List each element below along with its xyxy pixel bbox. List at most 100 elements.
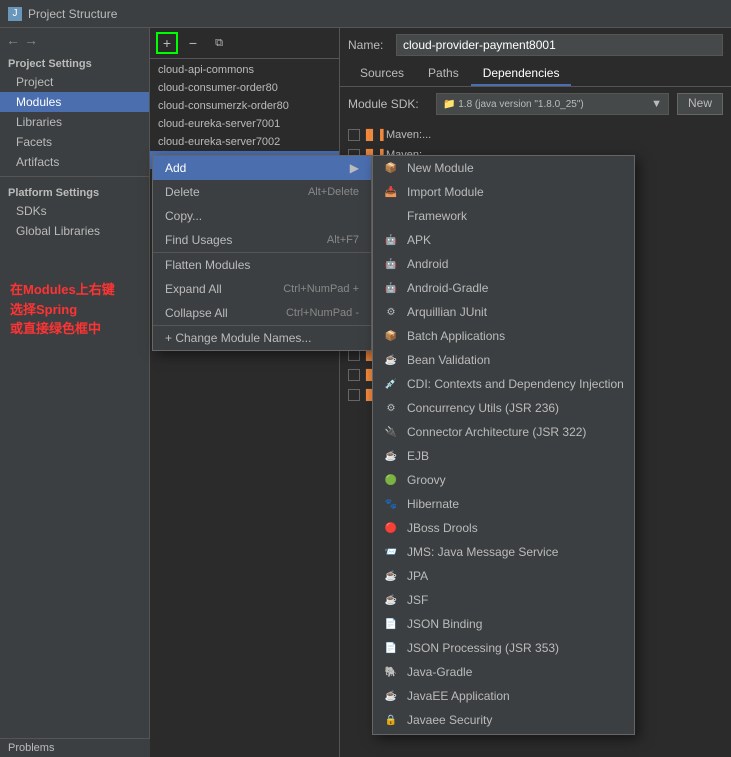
platform-settings-header: Platform Settings (0, 181, 149, 201)
submenu-item-new-module[interactable]: 📦 New Module (373, 156, 634, 180)
forward-arrow[interactable]: → (24, 32, 38, 48)
ctx-add-arrow: ▶ (350, 161, 359, 175)
dep-maven-icon: ▐▌▐ (366, 128, 380, 142)
new-sdk-button[interactable]: New (677, 93, 723, 115)
module-item[interactable]: cloud-eureka-server7001 (150, 115, 339, 133)
ctx-item-flatten[interactable]: Flatten Modules (153, 252, 371, 277)
add-module-button[interactable]: + (156, 32, 178, 54)
submenu-item-framework[interactable]: Framework (373, 204, 634, 228)
javaee-app-icon: ☕ (383, 688, 399, 704)
sdk-label: Module SDK: (348, 97, 428, 111)
ctx-item-change-names[interactable]: + Change Module Names... (153, 325, 371, 350)
left-panel: ← → Project Settings Project Modules Lib… (0, 28, 150, 757)
android-gradle-icon: 🤖 (383, 280, 399, 296)
cdi-icon: 💉 (383, 376, 399, 392)
submenu-item-bean-validation[interactable]: ☕ Bean Validation (373, 348, 634, 372)
apk-icon: 🤖 (383, 232, 399, 248)
name-row: Name: (340, 28, 731, 62)
dep-checkbox[interactable] (348, 129, 360, 141)
framework-icon (383, 208, 399, 224)
submenu-item-jms[interactable]: 📨 JMS: Java Message Service (373, 540, 634, 564)
ctx-item-copy[interactable]: Copy... (153, 204, 371, 228)
tab-sources[interactable]: Sources (348, 62, 416, 86)
submenu-item-import-module[interactable]: 📥 Import Module (373, 180, 634, 204)
submenu-item-jboss-drools[interactable]: 🔴 JBoss Drools (373, 516, 634, 540)
project-settings-header: Project Settings (0, 52, 149, 72)
dep-checkbox[interactable] (348, 389, 360, 401)
java-gradle-icon: 🐘 (383, 664, 399, 680)
ctx-item-expand-all[interactable]: Expand All Ctrl+NumPad + (153, 277, 371, 301)
ctx-item-collapse-all[interactable]: Collapse All Ctrl+NumPad - (153, 301, 371, 325)
sdk-row: Module SDK: 📁 1.8 (java version "1.8.0_2… (340, 87, 731, 121)
divider (0, 176, 149, 177)
new-module-icon: 📦 (383, 160, 399, 176)
name-input[interactable] (396, 34, 723, 56)
submenu-item-android-gradle[interactable]: 🤖 Android-Gradle (373, 276, 634, 300)
module-item[interactable]: cloud-consumer-order80 (150, 79, 339, 97)
jsf-icon: ☕ (383, 592, 399, 608)
ejb-icon: ☕ (383, 448, 399, 464)
submenu-item-apk[interactable]: 🤖 APK (373, 228, 634, 252)
sidebar-item-facets[interactable]: Facets (0, 132, 149, 152)
sidebar-item-global-libraries[interactable]: Global Libraries (0, 221, 149, 241)
jms-icon: 📨 (383, 544, 399, 560)
tabs-row: Sources Paths Dependencies (340, 62, 731, 87)
title-text: Project Structure (28, 7, 117, 21)
android-icon: 🤖 (383, 256, 399, 272)
submenu-item-jpa[interactable]: ☕ JPA (373, 564, 634, 588)
submenu-item-javaee-app[interactable]: ☕ JavaEE Application (373, 684, 634, 708)
app-icon: J (8, 7, 22, 21)
submenu-item-cdi[interactable]: 💉 CDI: Contexts and Dependency Injection (373, 372, 634, 396)
submenu-item-hibernate[interactable]: 🐾 Hibernate (373, 492, 634, 516)
concurrency-icon: ⚙ (383, 400, 399, 416)
submenu-item-kotlin[interactable]: K Kotlin (373, 732, 634, 735)
copy-module-button[interactable]: ⧉ (208, 32, 230, 54)
sdk-dropdown-arrow: ▼ (651, 98, 662, 110)
problems-bar[interactable]: Problems (0, 738, 150, 757)
jpa-icon: ☕ (383, 568, 399, 584)
title-bar: J Project Structure (0, 0, 731, 28)
connector-icon: 🔌 (383, 424, 399, 440)
submenu-item-java-gradle[interactable]: 🐘 Java-Gradle (373, 660, 634, 684)
submenu-item-connector[interactable]: 🔌 Connector Architecture (JSR 322) (373, 420, 634, 444)
submenu-item-jsf[interactable]: ☕ JSF (373, 588, 634, 612)
context-menu: Add ▶ Delete Alt+Delete Copy... Find Usa… (152, 155, 372, 351)
batch-icon: 📦 (383, 328, 399, 344)
middle-panel: + − ⧉ cloud-api-commons cloud-consumer-o… (150, 28, 340, 757)
tab-paths[interactable]: Paths (416, 62, 471, 86)
submenu-item-javaee-security[interactable]: 🔒 Javaee Security (373, 708, 634, 732)
sidebar-item-sdks[interactable]: SDKs (0, 201, 149, 221)
sidebar-item-modules[interactable]: Modules (0, 92, 149, 112)
dep-item: ▐▌▐ Maven:... (340, 125, 731, 145)
module-item[interactable]: cloud-eureka-server7002 (150, 133, 339, 151)
import-module-icon: 📥 (383, 184, 399, 200)
submenu: 📦 New Module 📥 Import Module Framework 🤖… (372, 155, 635, 735)
back-arrow[interactable]: ← (6, 32, 20, 48)
module-item[interactable]: cloud-consumerzk-order80 (150, 97, 339, 115)
dep-checkbox[interactable] (348, 369, 360, 381)
submenu-item-groovy[interactable]: 🟢 Groovy (373, 468, 634, 492)
sidebar-item-artifacts[interactable]: Artifacts (0, 152, 149, 172)
sidebar-item-project[interactable]: Project (0, 72, 149, 92)
name-label: Name: (348, 38, 388, 52)
ctx-item-delete[interactable]: Delete Alt+Delete (153, 180, 371, 204)
submenu-item-ejb[interactable]: ☕ EJB (373, 444, 634, 468)
remove-module-button[interactable]: − (182, 32, 204, 54)
ctx-item-add[interactable]: Add ▶ (153, 156, 371, 180)
bean-validation-icon: ☕ (383, 352, 399, 368)
submenu-item-android[interactable]: 🤖 Android (373, 252, 634, 276)
arquillian-icon: ⚙ (383, 304, 399, 320)
ctx-item-find-usages[interactable]: Find Usages Alt+F7 (153, 228, 371, 252)
submenu-item-arquillian[interactable]: ⚙ Arquillian JUnit (373, 300, 634, 324)
sdk-select[interactable]: 📁 1.8 (java version "1.8.0_25") ▼ (436, 93, 669, 115)
sidebar-item-libraries[interactable]: Libraries (0, 112, 149, 132)
jboss-icon: 🔴 (383, 520, 399, 536)
module-item[interactable]: cloud-api-commons (150, 61, 339, 79)
submenu-item-concurrency[interactable]: ⚙ Concurrency Utils (JSR 236) (373, 396, 634, 420)
groovy-icon: 🟢 (383, 472, 399, 488)
tab-dependencies[interactable]: Dependencies (471, 62, 572, 86)
submenu-item-json-processing[interactable]: 📄 JSON Processing (JSR 353) (373, 636, 634, 660)
submenu-item-json-binding[interactable]: 📄 JSON Binding (373, 612, 634, 636)
javaee-security-icon: 🔒 (383, 712, 399, 728)
submenu-item-batch[interactable]: 📦 Batch Applications (373, 324, 634, 348)
